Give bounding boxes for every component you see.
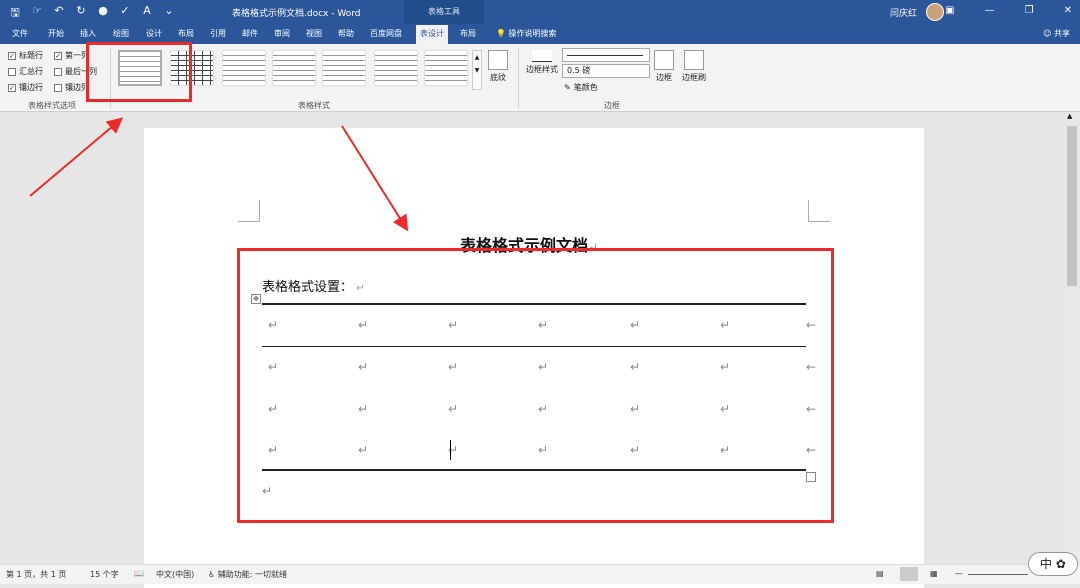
zoom-slider[interactable] — [968, 574, 1028, 575]
option-header-row[interactable]: ✓ 标题行 — [8, 50, 43, 61]
tab-insert[interactable]: 插入 — [80, 28, 96, 39]
ime-mascot-icon: ✿ — [1055, 557, 1066, 571]
option-first-column[interactable]: ✓ 第一列 — [54, 50, 89, 61]
border-painter-button[interactable]: 边框刷 — [682, 50, 706, 83]
tab-design[interactable]: 设计 — [146, 28, 162, 39]
tab-baidu-netdisk[interactable]: 百度网盘 — [370, 28, 402, 39]
accessibility-icon: ♿ — [208, 570, 218, 579]
checkbox-icon — [8, 67, 16, 76]
tab-view[interactable]: 视图 — [306, 28, 322, 39]
user-name[interactable]: 闫庆红 — [890, 6, 917, 19]
table-style-3[interactable] — [222, 50, 266, 86]
tell-me-search[interactable]: 💡 操作说明搜索 — [496, 28, 557, 39]
minimize-icon[interactable]: — — [985, 5, 995, 16]
font-size-icon[interactable]: A — [140, 4, 154, 23]
person-icon: ☺ — [1043, 29, 1054, 38]
tab-table-design[interactable]: 表设计 — [416, 25, 448, 44]
checkbox-icon — [54, 83, 62, 92]
vertical-scrollbar[interactable]: ▲ — [1064, 112, 1080, 564]
print-layout-icon[interactable] — [900, 567, 918, 581]
ribbon-display-icon[interactable]: ▣ — [945, 5, 954, 16]
tab-help[interactable]: 帮助 — [338, 28, 354, 39]
table-style-4[interactable] — [272, 50, 316, 86]
page-count[interactable]: 第 1 页，共 1 页 — [6, 569, 66, 580]
lightbulb-icon: 💡 — [496, 29, 509, 38]
line-style-preview — [567, 55, 643, 56]
group-label-borders: 边框 — [604, 101, 620, 110]
paint-bucket-icon — [488, 50, 508, 70]
checkbox-checked-icon: ✓ — [8, 51, 16, 60]
title-bar: 🖫 ☞ ↶ ↻ ● ✓ A ⌄ 表格格式示例文档.docx - Word 表格工… — [0, 0, 1080, 24]
option-banded-columns[interactable]: 镶边列 — [54, 82, 89, 93]
border-painter-icon — [684, 50, 704, 70]
restore-icon[interactable]: ❐ — [1025, 5, 1034, 16]
status-bar: 第 1 页，共 1 页 15 个字 📖 中文(中国) ♿ 辅助功能: 一切就绪 … — [0, 564, 1080, 584]
option-banded-rows[interactable]: ✓ 镶边行 — [8, 82, 43, 93]
gallery-scroll[interactable]: ▲ ▼ — [472, 50, 482, 90]
checkbox-checked-icon: ✓ — [8, 83, 16, 92]
tab-references[interactable]: 引用 — [210, 28, 226, 39]
language[interactable]: 中文(中国) — [156, 569, 194, 580]
tab-table-layout[interactable]: 布局 — [460, 28, 476, 39]
tab-review[interactable]: 审阅 — [274, 28, 290, 39]
margin-mark — [238, 200, 260, 222]
customize-qat-icon[interactable]: ⌄ — [162, 4, 176, 23]
option-total-row[interactable]: 汇总行 — [8, 66, 43, 77]
highlight-box-table-style — [86, 42, 192, 102]
pen-color-button[interactable]: ✎ 笔颜色 — [564, 82, 598, 93]
table-style-6[interactable] — [374, 50, 418, 86]
zoom-out-icon[interactable]: — — [955, 569, 963, 578]
web-layout-icon[interactable]: ▦ — [930, 569, 938, 578]
ime-indicator[interactable]: 中 ✿ — [1028, 552, 1078, 576]
touch-mode-icon[interactable]: ☞ — [30, 4, 44, 23]
borders-button[interactable]: 边框 — [654, 50, 674, 83]
window-controls: ▣ — ❐ ✕ — [945, 5, 1072, 16]
tab-layout[interactable]: 布局 — [178, 28, 194, 39]
undo-icon[interactable]: ↶ — [52, 4, 66, 23]
highlight-box-table — [237, 248, 834, 523]
table-style-5[interactable] — [322, 50, 366, 86]
checkbox-checked-icon: ✓ — [54, 51, 62, 60]
line-weight-dropdown[interactable]: 0.5 磅 — [562, 64, 650, 78]
document-title: 表格格式示例文档.docx - Word — [232, 9, 361, 19]
tab-home[interactable]: 开始 — [48, 28, 64, 39]
save-icon[interactable]: 🖫 — [8, 4, 22, 23]
tab-draw[interactable]: 绘图 — [113, 28, 129, 39]
checkbox-icon — [54, 67, 62, 76]
line-style-dropdown[interactable] — [562, 48, 650, 62]
margin-mark — [808, 200, 830, 222]
ribbon-tabs: 文件 开始 插入 绘图 设计 布局 引用 邮件 审阅 视图 帮助 百度网盘 表设… — [0, 24, 1080, 44]
pen-icon: ✎ — [564, 83, 571, 92]
share-button[interactable]: ☺ 共享 — [1043, 28, 1070, 39]
scroll-thumb[interactable] — [1067, 126, 1077, 286]
group-label-table-styles: 表格样式 — [298, 101, 330, 110]
table-tools-context-title: 表格工具 — [404, 0, 484, 24]
avatar[interactable] — [926, 3, 944, 21]
border-style-icon — [532, 50, 552, 62]
divider — [518, 48, 519, 108]
tab-file[interactable]: 文件 — [12, 28, 28, 39]
group-label-style-options: 表格样式选项 — [28, 101, 76, 110]
close-icon[interactable]: ✕ — [1064, 5, 1072, 16]
chevron-up-icon[interactable]: ▲ — [475, 54, 480, 61]
shading-button[interactable]: 底纹 — [488, 50, 508, 83]
chevron-down-icon[interactable]: ▼ — [475, 67, 480, 74]
spelling-icon[interactable]: ✓ — [118, 4, 132, 23]
quick-access-toolbar: 🖫 ☞ ↶ ↻ ● ✓ A ⌄ — [8, 4, 176, 23]
borders-icon — [654, 50, 674, 70]
table-style-7[interactable] — [424, 50, 468, 86]
read-mode-icon[interactable]: ▤ — [876, 569, 884, 578]
record-icon[interactable]: ● — [96, 4, 110, 23]
word-count[interactable]: 15 个字 — [90, 569, 119, 580]
redo-icon[interactable]: ↻ — [74, 4, 88, 23]
chevron-up-icon[interactable]: ▲ — [1067, 112, 1072, 120]
accessibility-status[interactable]: ♿ 辅助功能: 一切就绪 — [208, 569, 287, 580]
border-styles-button[interactable]: 边框样式 — [526, 50, 558, 75]
proofing-icon[interactable]: 📖 — [134, 569, 144, 578]
tab-mailings[interactable]: 邮件 — [242, 28, 258, 39]
